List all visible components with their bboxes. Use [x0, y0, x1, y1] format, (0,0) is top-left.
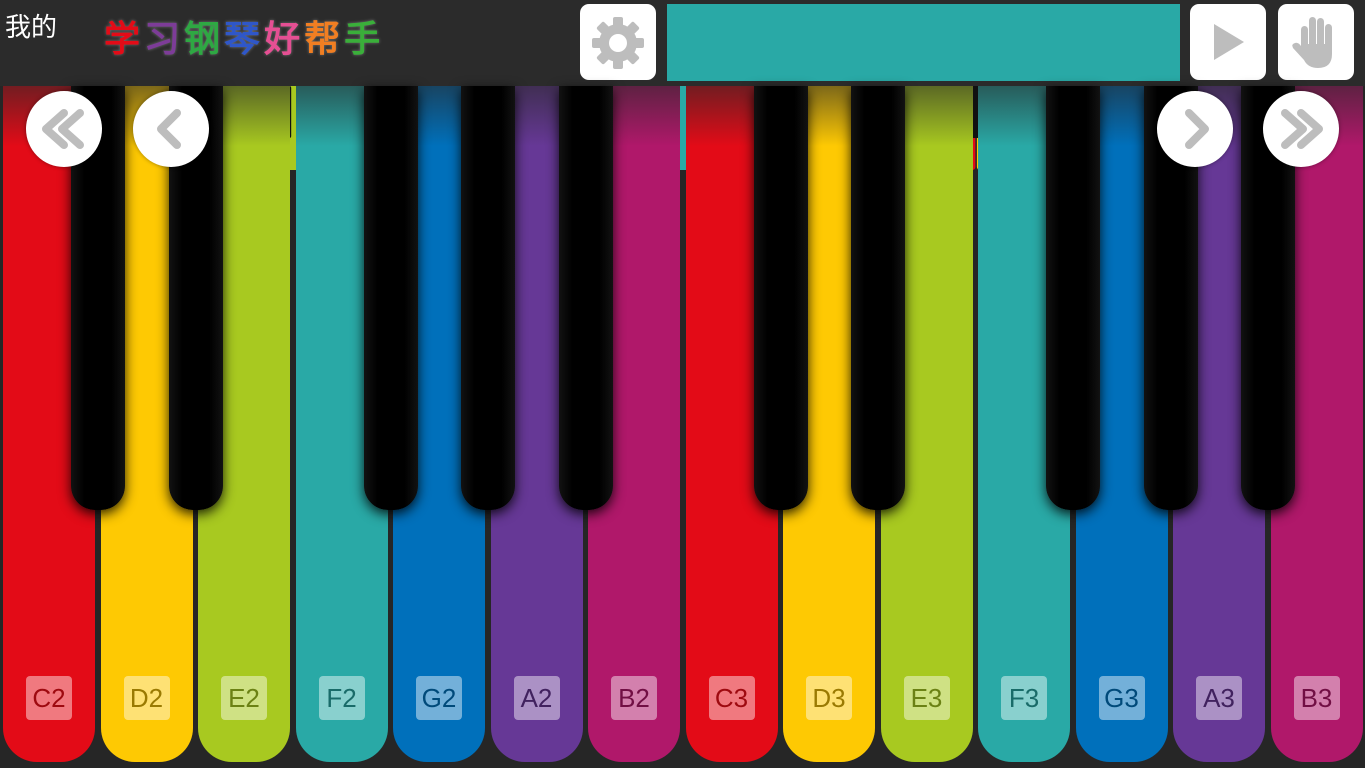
black-key[interactable]: [851, 86, 905, 510]
piano-keyboard: C2 D2 E2 F2 G2 A2 B2 C3 D3 E3 F3 G3 A3 B3: [0, 86, 1365, 768]
key-label: D3: [806, 676, 852, 720]
black-key[interactable]: [363, 86, 418, 510]
key-label: E2: [221, 676, 267, 720]
key-label: F3: [1001, 676, 1047, 720]
black-key[interactable]: [753, 86, 808, 510]
title-char: 钢: [184, 19, 221, 60]
key-label: G2: [416, 676, 462, 720]
title-char: 帮: [304, 19, 341, 60]
key-label: B3: [1293, 676, 1340, 720]
black-key[interactable]: [558, 86, 613, 510]
title-char: 习: [144, 19, 181, 60]
key-label: A3: [1196, 676, 1242, 720]
chevron-left-icon: [157, 109, 181, 149]
settings-button[interactable]: [580, 4, 656, 80]
fast-forward-button[interactable]: [1263, 91, 1339, 167]
fast-back-button[interactable]: [26, 91, 102, 167]
key-label: A2: [513, 676, 560, 720]
key-label: D2: [123, 676, 170, 720]
play-icon: [1214, 24, 1244, 60]
double-chevron-right-icon: [1281, 109, 1323, 149]
top-toolbar: 我的 学习钢琴好帮手: [0, 0, 1365, 86]
key-label: C2: [26, 676, 72, 720]
key-label: F2: [318, 676, 365, 720]
key-label: G3: [1098, 676, 1145, 720]
double-chevron-left-icon: [42, 109, 84, 149]
back-button[interactable]: [133, 91, 209, 167]
title-char: 学: [104, 19, 141, 60]
title-char: 琴: [224, 19, 261, 60]
black-key[interactable]: [461, 86, 515, 510]
my-label[interactable]: 我的: [5, 12, 57, 44]
play-button[interactable]: [1190, 4, 1266, 80]
key-label: C3: [708, 676, 755, 720]
black-key[interactable]: [1046, 86, 1100, 510]
key-label: E3: [903, 676, 950, 720]
chevron-right-icon: [1185, 109, 1209, 149]
key-label: B2: [611, 676, 657, 720]
forward-button[interactable]: [1157, 91, 1233, 167]
title-char: 好: [264, 19, 301, 60]
gear-icon: [592, 17, 644, 69]
song-progress-bar[interactable]: [667, 4, 1180, 81]
hand-button[interactable]: [1278, 4, 1354, 80]
hand-icon: [1292, 17, 1332, 68]
app-title: 学习钢琴好帮手: [104, 18, 384, 62]
title-char: 手: [344, 19, 381, 60]
